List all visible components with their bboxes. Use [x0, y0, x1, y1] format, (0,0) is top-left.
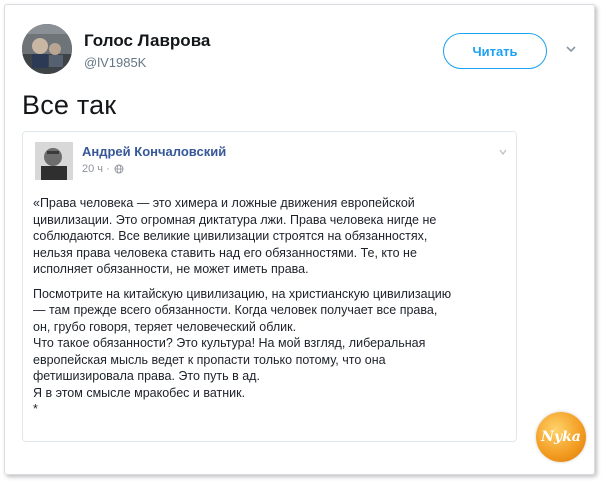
- quoted-author-name[interactable]: Андрей Кончаловский: [82, 144, 226, 159]
- author-handle[interactable]: @lV1985K: [84, 55, 146, 70]
- quoted-post-card[interactable]: Андрей Кончаловский 20 ч · «Права челове…: [22, 131, 517, 442]
- body-line: Посмотрите на китайскую цивилизацию, на …: [33, 286, 452, 301]
- body-line: нельзя права человека ставить над его об…: [33, 245, 417, 260]
- body-line: он, грубо говоря, теряет человеческий об…: [33, 319, 297, 334]
- body-line: цивилизации. Это огромная диктатура лжи.…: [33, 212, 437, 227]
- body-line: фетишизировала права. Это путь в ад.: [33, 369, 260, 383]
- globe-icon: [114, 164, 124, 174]
- author-name[interactable]: Голос Лаврова: [84, 31, 210, 51]
- avatar-image: [22, 24, 72, 74]
- quoted-author-avatar[interactable]: [35, 142, 73, 180]
- body-line: Я в этом смысле мракобес и ватник.: [33, 385, 246, 400]
- body-line: — там прежде всего обязанности. Когда че…: [33, 303, 438, 317]
- body-line: «Права человека — это химера и ложные дв…: [33, 196, 415, 210]
- chevron-down-icon[interactable]: [564, 42, 578, 56]
- body-line: европейская мысль ведет к пропасти тольк…: [33, 352, 386, 367]
- follow-button[interactable]: Читать: [443, 33, 547, 69]
- body-line: соблюдаются. Все великие цивилизации стр…: [33, 229, 428, 243]
- body-line: исполняет обязанности, не может иметь пр…: [33, 262, 309, 276]
- body-line: Что такое обязанности? Это культура! На …: [33, 336, 426, 350]
- author-avatar[interactable]: [22, 24, 72, 74]
- watermark-logo: Nyka: [536, 412, 586, 462]
- tweet-text: Все так: [22, 90, 117, 120]
- body-line: *: [33, 402, 38, 416]
- post-menu-chevron-down-icon[interactable]: [498, 144, 508, 156]
- quoted-post-body: «Права человека — это химера и ложные дв…: [33, 195, 513, 418]
- post-time-label: 20 ч ·: [82, 163, 110, 175]
- quoted-post-time[interactable]: 20 ч ·: [82, 163, 124, 175]
- quoted-avatar-image: [35, 142, 73, 180]
